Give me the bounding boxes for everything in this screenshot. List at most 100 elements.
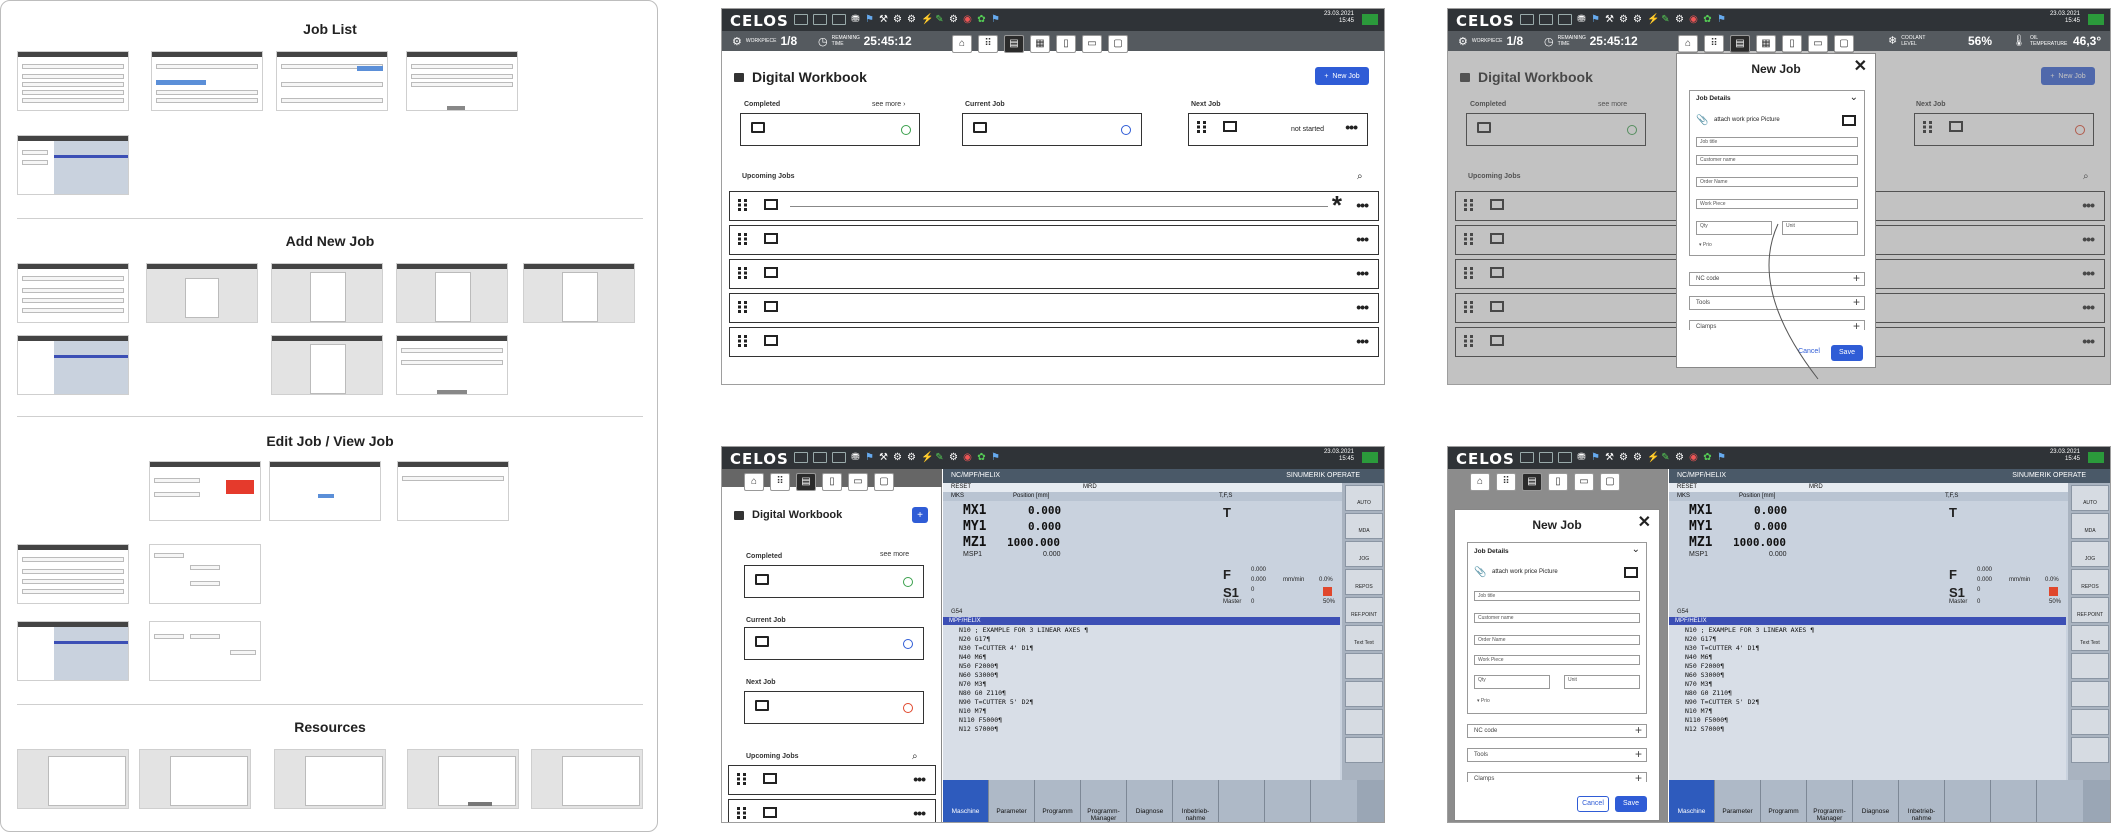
note-icon[interactable]: ▢ — [1600, 473, 1620, 491]
qty-field[interactable]: Qty — [1696, 221, 1772, 235]
save-button[interactable]: Save — [1615, 796, 1647, 812]
thumbnail-resources-3[interactable] — [274, 749, 386, 809]
thumbnail-add-job-5[interactable] — [523, 263, 635, 323]
thumbnail-job-list-4[interactable] — [406, 51, 518, 111]
softkey-mda[interactable]: MDA — [1345, 513, 1383, 539]
completed-job-card[interactable] — [740, 113, 920, 146]
more-icon[interactable]: ••• — [1345, 119, 1358, 135]
thumbnail-edit-job-7[interactable] — [149, 621, 261, 681]
picture-icon[interactable] — [1624, 567, 1638, 578]
program-editor[interactable]: MPF/HELIX N10 ; EXAMPLE FOR 3 LINEAR AXE… — [1669, 617, 2066, 780]
more-icon[interactable]: ••• — [1356, 197, 1369, 213]
work-piece-field[interactable]: Work Piece — [1474, 655, 1640, 665]
search-icon[interactable]: ⌕ — [912, 751, 918, 762]
drag-handle-icon[interactable] — [1197, 121, 1206, 133]
softkey-empty[interactable] — [1345, 653, 1383, 679]
close-icon[interactable]: ✕ — [1638, 512, 1651, 532]
search-icon[interactable]: ⌕ — [1357, 171, 1363, 182]
note-icon[interactable]: ▢ — [1108, 35, 1128, 53]
panel-icon[interactable]: ▭ — [1574, 473, 1594, 491]
next-job-card[interactable] — [744, 691, 924, 724]
thumbnail-job-list-5[interactable] — [17, 135, 129, 195]
tab-maschine[interactable]: Maschine — [1669, 780, 1715, 822]
apps-grid-icon[interactable]: ⠿ — [978, 35, 998, 53]
job-details-header[interactable]: Job Details — [1696, 95, 1731, 102]
more-icon[interactable]: ••• — [1356, 333, 1369, 349]
unit-field[interactable]: Unit — [1782, 221, 1858, 235]
thumbnail-edit-job-3[interactable] — [397, 461, 509, 521]
note-icon[interactable]: ▢ — [874, 473, 894, 491]
clamps-expander[interactable]: Clamps + — [1467, 772, 1647, 785]
paperclip-icon[interactable]: 📎 — [1474, 567, 1486, 578]
document-icon[interactable]: ▯ — [822, 473, 842, 491]
tab-maschine[interactable]: Maschine — [943, 780, 989, 822]
new-job-button[interactable]: + New Job — [1315, 67, 1369, 85]
upcoming-job-row[interactable]: * ••• — [729, 190, 1379, 221]
tab-diagnose[interactable]: Diagnose — [1127, 780, 1173, 822]
upcoming-job-row[interactable]: ••• — [729, 327, 1379, 357]
close-icon[interactable]: ✕ — [1854, 56, 1867, 76]
thumbnail-edit-job-4[interactable] — [17, 544, 129, 604]
qty-field[interactable]: Qty — [1474, 675, 1550, 689]
next-job-card[interactable]: not started ••• — [1188, 113, 1368, 146]
upcoming-job-row[interactable]: ••• — [729, 259, 1379, 289]
thumbnail-resources-1[interactable] — [17, 749, 129, 809]
program-editor[interactable]: MPF/HELIX N10 ; EXAMPLE FOR 3 LINEAR AXE… — [943, 617, 1340, 780]
chevron-down-icon[interactable]: ⌄ — [1850, 92, 1858, 103]
softkey-auto[interactable]: AUTO — [2071, 485, 2109, 511]
home-icon[interactable]: ⌂ — [744, 473, 764, 491]
upcoming-job-row[interactable]: ••• — [728, 799, 936, 822]
current-job-card[interactable] — [962, 113, 1142, 146]
work-piece-field[interactable]: Work Piece — [1696, 199, 1858, 209]
softkey-repos[interactable]: REPOS — [1345, 569, 1383, 595]
priority-dropdown[interactable]: ▾ Prio — [1696, 241, 1858, 251]
softkey-repos[interactable]: REPOS — [2071, 569, 2109, 595]
softkey-empty[interactable] — [1345, 681, 1383, 707]
panel-icon[interactable]: ▭ — [848, 473, 868, 491]
cancel-button[interactable]: Cancel — [1577, 796, 1609, 812]
thumbnail-add-job-3[interactable] — [271, 263, 383, 323]
softkey-jog[interactable]: JOG — [2071, 541, 2109, 567]
upcoming-job-row[interactable]: ••• — [729, 293, 1379, 323]
softkey-ref-point[interactable]: REF.POINT — [1345, 597, 1383, 623]
thumbnail-job-list-3[interactable] — [276, 51, 388, 111]
completed-job-card[interactable] — [744, 565, 924, 598]
apps-grid-icon[interactable]: ⠿ — [770, 473, 790, 491]
home-icon[interactable]: ⌂ — [952, 35, 972, 53]
workbook-icon[interactable]: ▤ — [1004, 35, 1024, 53]
drag-handle-icon[interactable] — [738, 335, 747, 347]
upcoming-job-row[interactable]: ••• — [728, 765, 936, 795]
calendar-icon[interactable]: ▦ — [1030, 35, 1050, 53]
drag-handle-icon[interactable] — [738, 233, 747, 245]
current-job-card[interactable] — [744, 627, 924, 660]
job-title-field[interactable]: Job title — [1696, 137, 1858, 147]
thumbnail-add-job-7[interactable] — [271, 335, 383, 395]
softkey-text[interactable]: Text Text — [2071, 625, 2109, 651]
tab-parameter[interactable]: Parameter — [989, 780, 1035, 822]
tab-parameter[interactable]: Parameter — [1715, 780, 1761, 822]
drag-handle-icon[interactable] — [738, 199, 747, 211]
thumbnail-add-job-4[interactable] — [396, 263, 508, 323]
priority-dropdown[interactable]: ▾ Prio — [1474, 697, 1640, 707]
thumbnail-resources-5[interactable] — [531, 749, 643, 809]
workbook-icon[interactable]: ▤ — [796, 473, 816, 491]
cancel-button[interactable]: Cancel — [1793, 346, 1825, 360]
picture-icon[interactable] — [1842, 115, 1856, 126]
upcoming-job-row[interactable]: ••• — [729, 225, 1379, 255]
softkey-mda[interactable]: MDA — [2071, 513, 2109, 539]
softkey-jog[interactable]: JOG — [1345, 541, 1383, 567]
clamps-expander[interactable]: Clamps + — [1689, 320, 1865, 333]
thumbnail-edit-job-6[interactable] — [17, 621, 129, 681]
thumbnail-edit-job-5[interactable] — [149, 544, 261, 604]
thumbnail-add-job-2[interactable] — [146, 263, 258, 323]
tab-programm-manager[interactable]: Programm- Manager — [1081, 780, 1127, 822]
see-more-link[interactable]: see more › — [872, 101, 905, 108]
softkey-empty[interactable] — [1345, 737, 1383, 763]
customer-name-field[interactable]: Customer name — [1696, 155, 1858, 165]
paperclip-icon[interactable]: 📎 — [1696, 115, 1708, 126]
tab-inbetriebnahme[interactable]: Inbetrieb- nahme — [1173, 780, 1219, 822]
order-name-field[interactable]: Order Name — [1474, 635, 1640, 645]
thumbnail-add-job-1[interactable] — [17, 263, 129, 323]
see-more-link[interactable]: see more — [880, 551, 909, 558]
thumbnail-job-list-2[interactable] — [151, 51, 263, 111]
